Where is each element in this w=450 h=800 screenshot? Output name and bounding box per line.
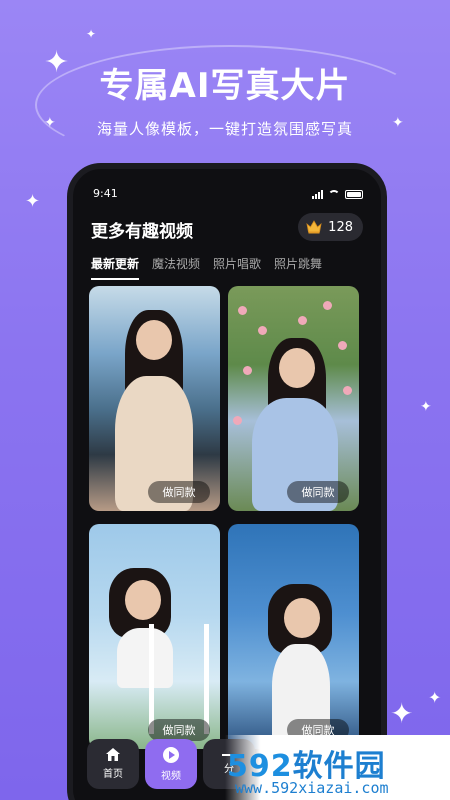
tab-photo-sing[interactable]: 照片唱歌 (213, 255, 261, 280)
status-time: 9:41 (93, 187, 118, 200)
app-header: 更多有趣视频 128 (91, 213, 363, 243)
nav-home[interactable]: 首页 (87, 739, 139, 789)
nav-video[interactable]: 视频 (145, 739, 197, 789)
template-card[interactable]: 做同款 (89, 286, 220, 511)
template-card[interactable]: 做同款 (228, 524, 359, 749)
make-same-button[interactable]: 做同款 (148, 481, 210, 503)
play-icon (163, 746, 179, 763)
coin-balance-badge[interactable]: 128 (298, 213, 363, 241)
watermark-url: www.592xiazai.com (235, 779, 389, 797)
sparkle-icon: ✦ (390, 697, 414, 730)
home-icon (106, 748, 120, 761)
coin-count: 128 (328, 219, 353, 235)
promo-title: 专属AI写真大片 (99, 66, 351, 106)
promo-subtitle: 海量人像模板，一键打造氛围感写真 (96, 120, 353, 138)
nav-video-label: 视频 (161, 770, 181, 782)
status-icons (312, 189, 363, 199)
sparkle-icon: ✦ (428, 688, 442, 707)
tab-latest[interactable]: 最新更新 (91, 255, 140, 280)
sparkle-icon: ✦ (420, 399, 432, 415)
battery-icon (345, 189, 363, 199)
page-title: 更多有趣视频 (91, 222, 193, 242)
sparkle-icon: ✦ (25, 191, 41, 212)
tab-magic-video[interactable]: 魔法视频 (152, 255, 200, 280)
nav-home-label: 首页 (103, 769, 123, 780)
crown-icon (306, 220, 322, 234)
signal-icon (312, 189, 323, 199)
template-card[interactable]: 做同款 (89, 524, 220, 749)
tab-photo-dance[interactable]: 照片跳舞 (274, 255, 322, 280)
wifi-icon (328, 189, 340, 199)
status-bar: 9:41 (93, 187, 363, 203)
make-same-button[interactable]: 做同款 (287, 481, 349, 503)
make-same-button[interactable]: 做同款 (148, 719, 210, 741)
category-tabs: 最新更新 魔法视频 照片唱歌 照片跳舞 (91, 255, 322, 280)
template-card[interactable]: 做同款 (228, 286, 359, 511)
phone-frame: 9:41 更多有趣视频 128 最新更新 魔法视频 照片唱歌 照片跳舞 做同款 (67, 163, 387, 800)
sparkle-icon: ✦ (86, 27, 97, 41)
site-watermark: 592软件园 www.592xiazai.com (213, 735, 450, 800)
